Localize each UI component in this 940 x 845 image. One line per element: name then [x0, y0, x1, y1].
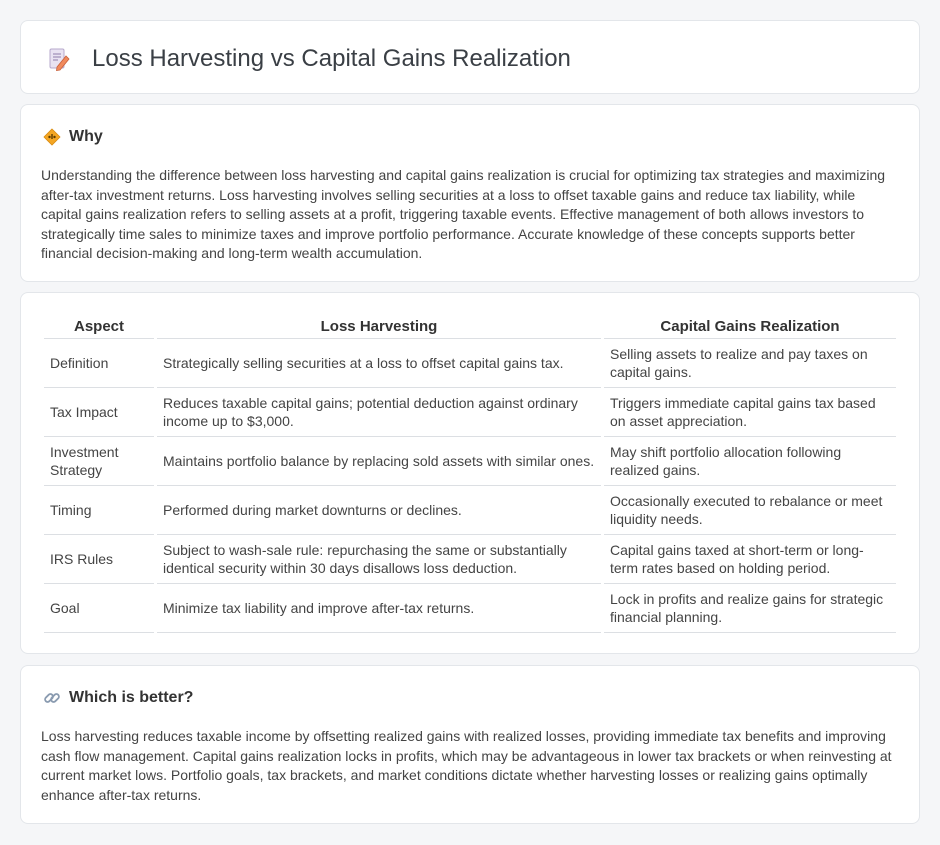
- link-icon: [44, 693, 60, 703]
- table-header-row: Aspect Loss Harvesting Capital Gains Rea…: [44, 315, 896, 339]
- row-capital-gains: Capital gains taxed at short-term or lon…: [604, 535, 896, 584]
- row-capital-gains: Lock in profits and realize gains for st…: [604, 584, 896, 633]
- row-loss-harvesting: Strategically selling securities at a lo…: [157, 339, 601, 388]
- comparison-table: Aspect Loss Harvesting Capital Gains Rea…: [41, 315, 899, 633]
- row-loss-harvesting: Performed during market downturns or dec…: [157, 486, 601, 535]
- why-title: Why: [69, 128, 103, 145]
- why-card: Why Understanding the difference between…: [20, 104, 920, 282]
- table-row: Investment Strategy Maintains portfolio …: [44, 437, 896, 486]
- row-loss-harvesting: Maintains portfolio balance by replacing…: [157, 437, 601, 486]
- row-aspect: Timing: [44, 486, 154, 535]
- why-heading: Why: [43, 128, 103, 146]
- row-aspect: Definition: [44, 339, 154, 388]
- table-row: IRS Rules Subject to wash-sale rule: rep…: [44, 535, 896, 584]
- better-heading: Which is better?: [43, 689, 193, 707]
- why-body: Understanding the difference between los…: [41, 167, 886, 261]
- table-row: Tax Impact Reduces taxable capital gains…: [44, 388, 896, 437]
- diamond-warning-icon: [43, 128, 61, 146]
- row-loss-harvesting: Subject to wash-sale rule: repurchasing …: [157, 535, 601, 584]
- row-aspect: IRS Rules: [44, 535, 154, 584]
- comparison-card: Aspect Loss Harvesting Capital Gains Rea…: [20, 292, 920, 654]
- row-aspect: Tax Impact: [44, 388, 154, 437]
- table-row: Goal Minimize tax liability and improve …: [44, 584, 896, 633]
- table-row: Timing Performed during market downturns…: [44, 486, 896, 535]
- row-aspect: Investment Strategy: [44, 437, 154, 486]
- which-is-better-card: Which is better? Loss harvesting reduces…: [20, 665, 920, 824]
- better-title: Which is better?: [69, 689, 194, 706]
- page-title: Loss Harvesting vs Capital Gains Realiza…: [92, 45, 571, 72]
- row-capital-gains: Occasionally executed to rebalance or me…: [604, 486, 896, 535]
- table-row: Definition Strategically selling securit…: [44, 339, 896, 388]
- row-capital-gains: May shift portfolio allocation following…: [604, 437, 896, 486]
- row-loss-harvesting: Minimize tax liability and improve after…: [157, 584, 601, 633]
- header-capital-gains: Capital Gains Realization: [604, 315, 896, 339]
- row-capital-gains: Triggers immediate capital gains tax bas…: [604, 388, 896, 437]
- row-aspect: Goal: [44, 584, 154, 633]
- document-pencil-icon: [49, 48, 70, 71]
- header-aspect: Aspect: [44, 315, 154, 339]
- row-capital-gains: Selling assets to realize and pay taxes …: [604, 339, 896, 388]
- header-loss-harvesting: Loss Harvesting: [157, 315, 601, 339]
- row-loss-harvesting: Reduces taxable capital gains; potential…: [157, 388, 601, 437]
- better-body: Loss harvesting reduces taxable income b…: [41, 728, 892, 803]
- header-card: Loss Harvesting vs Capital Gains Realiza…: [20, 20, 920, 94]
